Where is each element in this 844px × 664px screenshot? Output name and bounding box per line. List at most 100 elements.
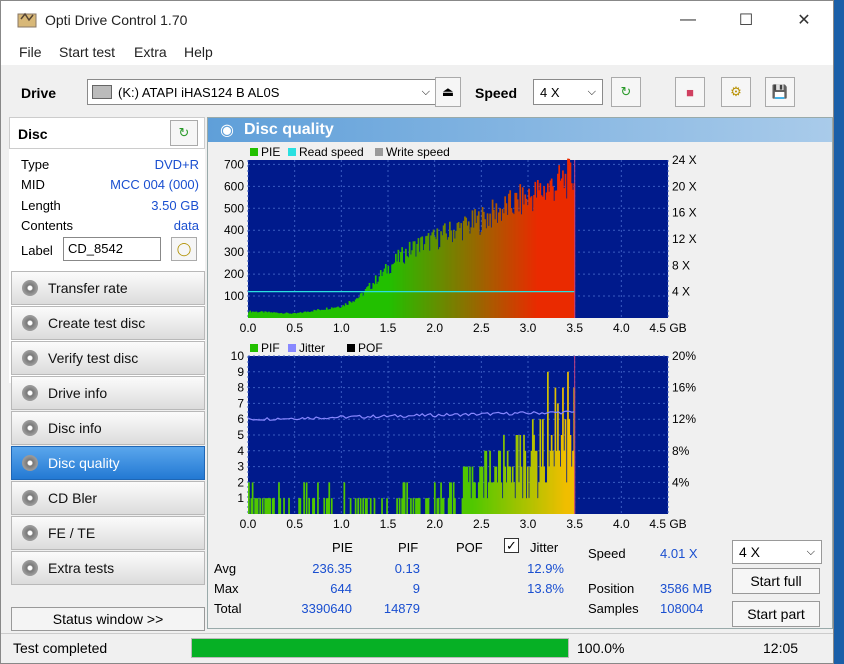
start-part-button[interactable]: Start part [732,601,820,627]
erase-button[interactable]: ■ [675,77,705,107]
disc-icon [22,350,38,366]
gear-icon: ⚙ [730,84,742,99]
disc-header: Disc ↻ [9,117,205,149]
x-tick-label: 3.0 [520,517,537,531]
pif-bar [412,498,415,514]
panel-header: ◉ Disc quality [208,118,832,142]
y-tick-label: 3 [237,460,244,474]
nav-extra-tests[interactable]: Extra tests [11,551,205,585]
pif-bar [256,498,259,514]
stat-row-label: Avg [214,561,237,576]
pif-bar [248,482,250,514]
pif-bar [323,498,326,514]
speed-select[interactable]: 4 X ⌵ [533,79,603,105]
pif-bar [362,498,365,514]
nav-cd-bler[interactable]: CD Bler [11,481,205,515]
refresh-speed-button[interactable]: ↻ [611,77,641,107]
legend-label: Jitter [299,341,325,355]
pif-bar [381,498,383,514]
menu-extra[interactable]: Extra [134,44,167,60]
disc-icon [22,455,38,471]
disc-icon [22,280,38,296]
menu-start-test[interactable]: Start test [59,44,115,60]
disc-label-button[interactable]: ◯ [171,237,197,261]
stat-col-pif: PIF [398,540,419,555]
minimize-button[interactable]: — [659,1,717,39]
y2-tick-label: 4 X [672,285,690,299]
nav-label: CD Bler [48,490,98,506]
disc-label-input[interactable]: CD_8542 [63,237,161,261]
refresh-icon: ↻ [178,125,190,140]
close-button[interactable]: ✕ [775,1,833,39]
save-button[interactable]: 💾 [765,77,795,107]
position-key: Position [588,581,635,596]
x-tick-label: 4.0 [613,517,630,531]
chevron-down-icon: ⌵ [587,85,596,98]
nav-disc-info[interactable]: Disc info [11,411,205,445]
nav-disc-quality[interactable]: Disc quality [11,446,205,480]
x-tick-label: 3.5 [566,321,583,335]
position-value: 3586 MB [660,581,713,596]
test-speed-select[interactable]: 4 X ⌵ [732,540,822,564]
info-row: Type DVD+R [21,157,199,172]
pif-bar [288,498,290,514]
pif-bar [406,482,409,514]
y2-tick-label: 12% [672,412,696,426]
pif-bar [437,498,440,514]
stat-jitter: 13.8% [527,581,564,596]
progress-text: 100.0% [577,640,625,656]
stat-col-jitter: Jitter [530,540,559,555]
status-window-button[interactable]: Status window >> [11,607,205,631]
pif-bar [283,498,285,514]
pif-bar [450,482,452,514]
disc-quality-icon: ◉ [220,122,234,139]
legend-label: POF [358,341,383,355]
pif-bar [303,482,305,514]
y2-tick-label: 8 X [672,258,690,272]
nav-transfer-rate[interactable]: Transfer rate [11,271,205,305]
maximize-button[interactable]: ☐ [717,1,775,39]
start-full-button[interactable]: Start full [732,568,820,594]
progress-bar [191,638,569,658]
disc-quality-panel: ◉ Disc quality 100 200 300 400 500 600 700 0.0 0… [207,117,833,629]
y-tick-label: 4 [237,444,244,458]
info-key: Contents [21,218,74,233]
info-key: Type [21,157,50,172]
nav-create-test-disc[interactable]: Create test disc [11,306,205,340]
stat-pie: 644 [330,581,352,596]
pif-bar [273,498,275,514]
nav-drive-info[interactable]: Drive info [11,376,205,410]
pif-bar [354,498,357,514]
stat-pie: 236.35 [312,561,352,576]
info-row: Contents data [21,218,199,233]
eject-icon: ⏏ [441,84,455,99]
nav-label: Drive info [48,385,108,401]
disc-refresh-button[interactable]: ↻ [170,120,198,146]
y-tick-label: 2 [237,475,244,489]
window-title: Opti Drive Control 1.70 [45,12,188,28]
stat-pie: 3390640 [301,601,352,616]
settings-button[interactable]: ⚙ [721,77,751,107]
jitter-checkbox[interactable]: ✓ [504,538,519,553]
drive-select[interactable]: (K:) ATAPI iHAS124 B AL0S ⌵ [87,79,437,105]
x-tick-label: 4.0 [613,321,630,335]
y2-tick-label: 4% [672,475,690,489]
pif-bar [369,498,372,514]
menu-help[interactable]: Help [184,44,213,60]
x-tick-label: 0.5 [286,517,303,531]
info-key: Length [21,198,61,213]
x-tick-label: 3.0 [520,321,537,335]
legend-swatch [250,344,258,352]
y2-tick-label: 12 X [672,232,697,246]
disc-icon [22,560,38,576]
samples-value: 108004 [660,601,704,616]
status-text: Test completed [13,640,108,656]
y2-tick-label: 20 X [672,179,697,193]
pif-bar [330,498,333,514]
info-row: MID MCC 004 (000) [21,177,199,192]
eject-button[interactable]: ⏏ [435,77,461,107]
nav-fe-te[interactable]: FE / TE [11,516,205,550]
x-tick-label: 1.5 [380,517,397,531]
menu-file[interactable]: File [19,44,42,60]
nav-verify-test-disc[interactable]: Verify test disc [11,341,205,375]
